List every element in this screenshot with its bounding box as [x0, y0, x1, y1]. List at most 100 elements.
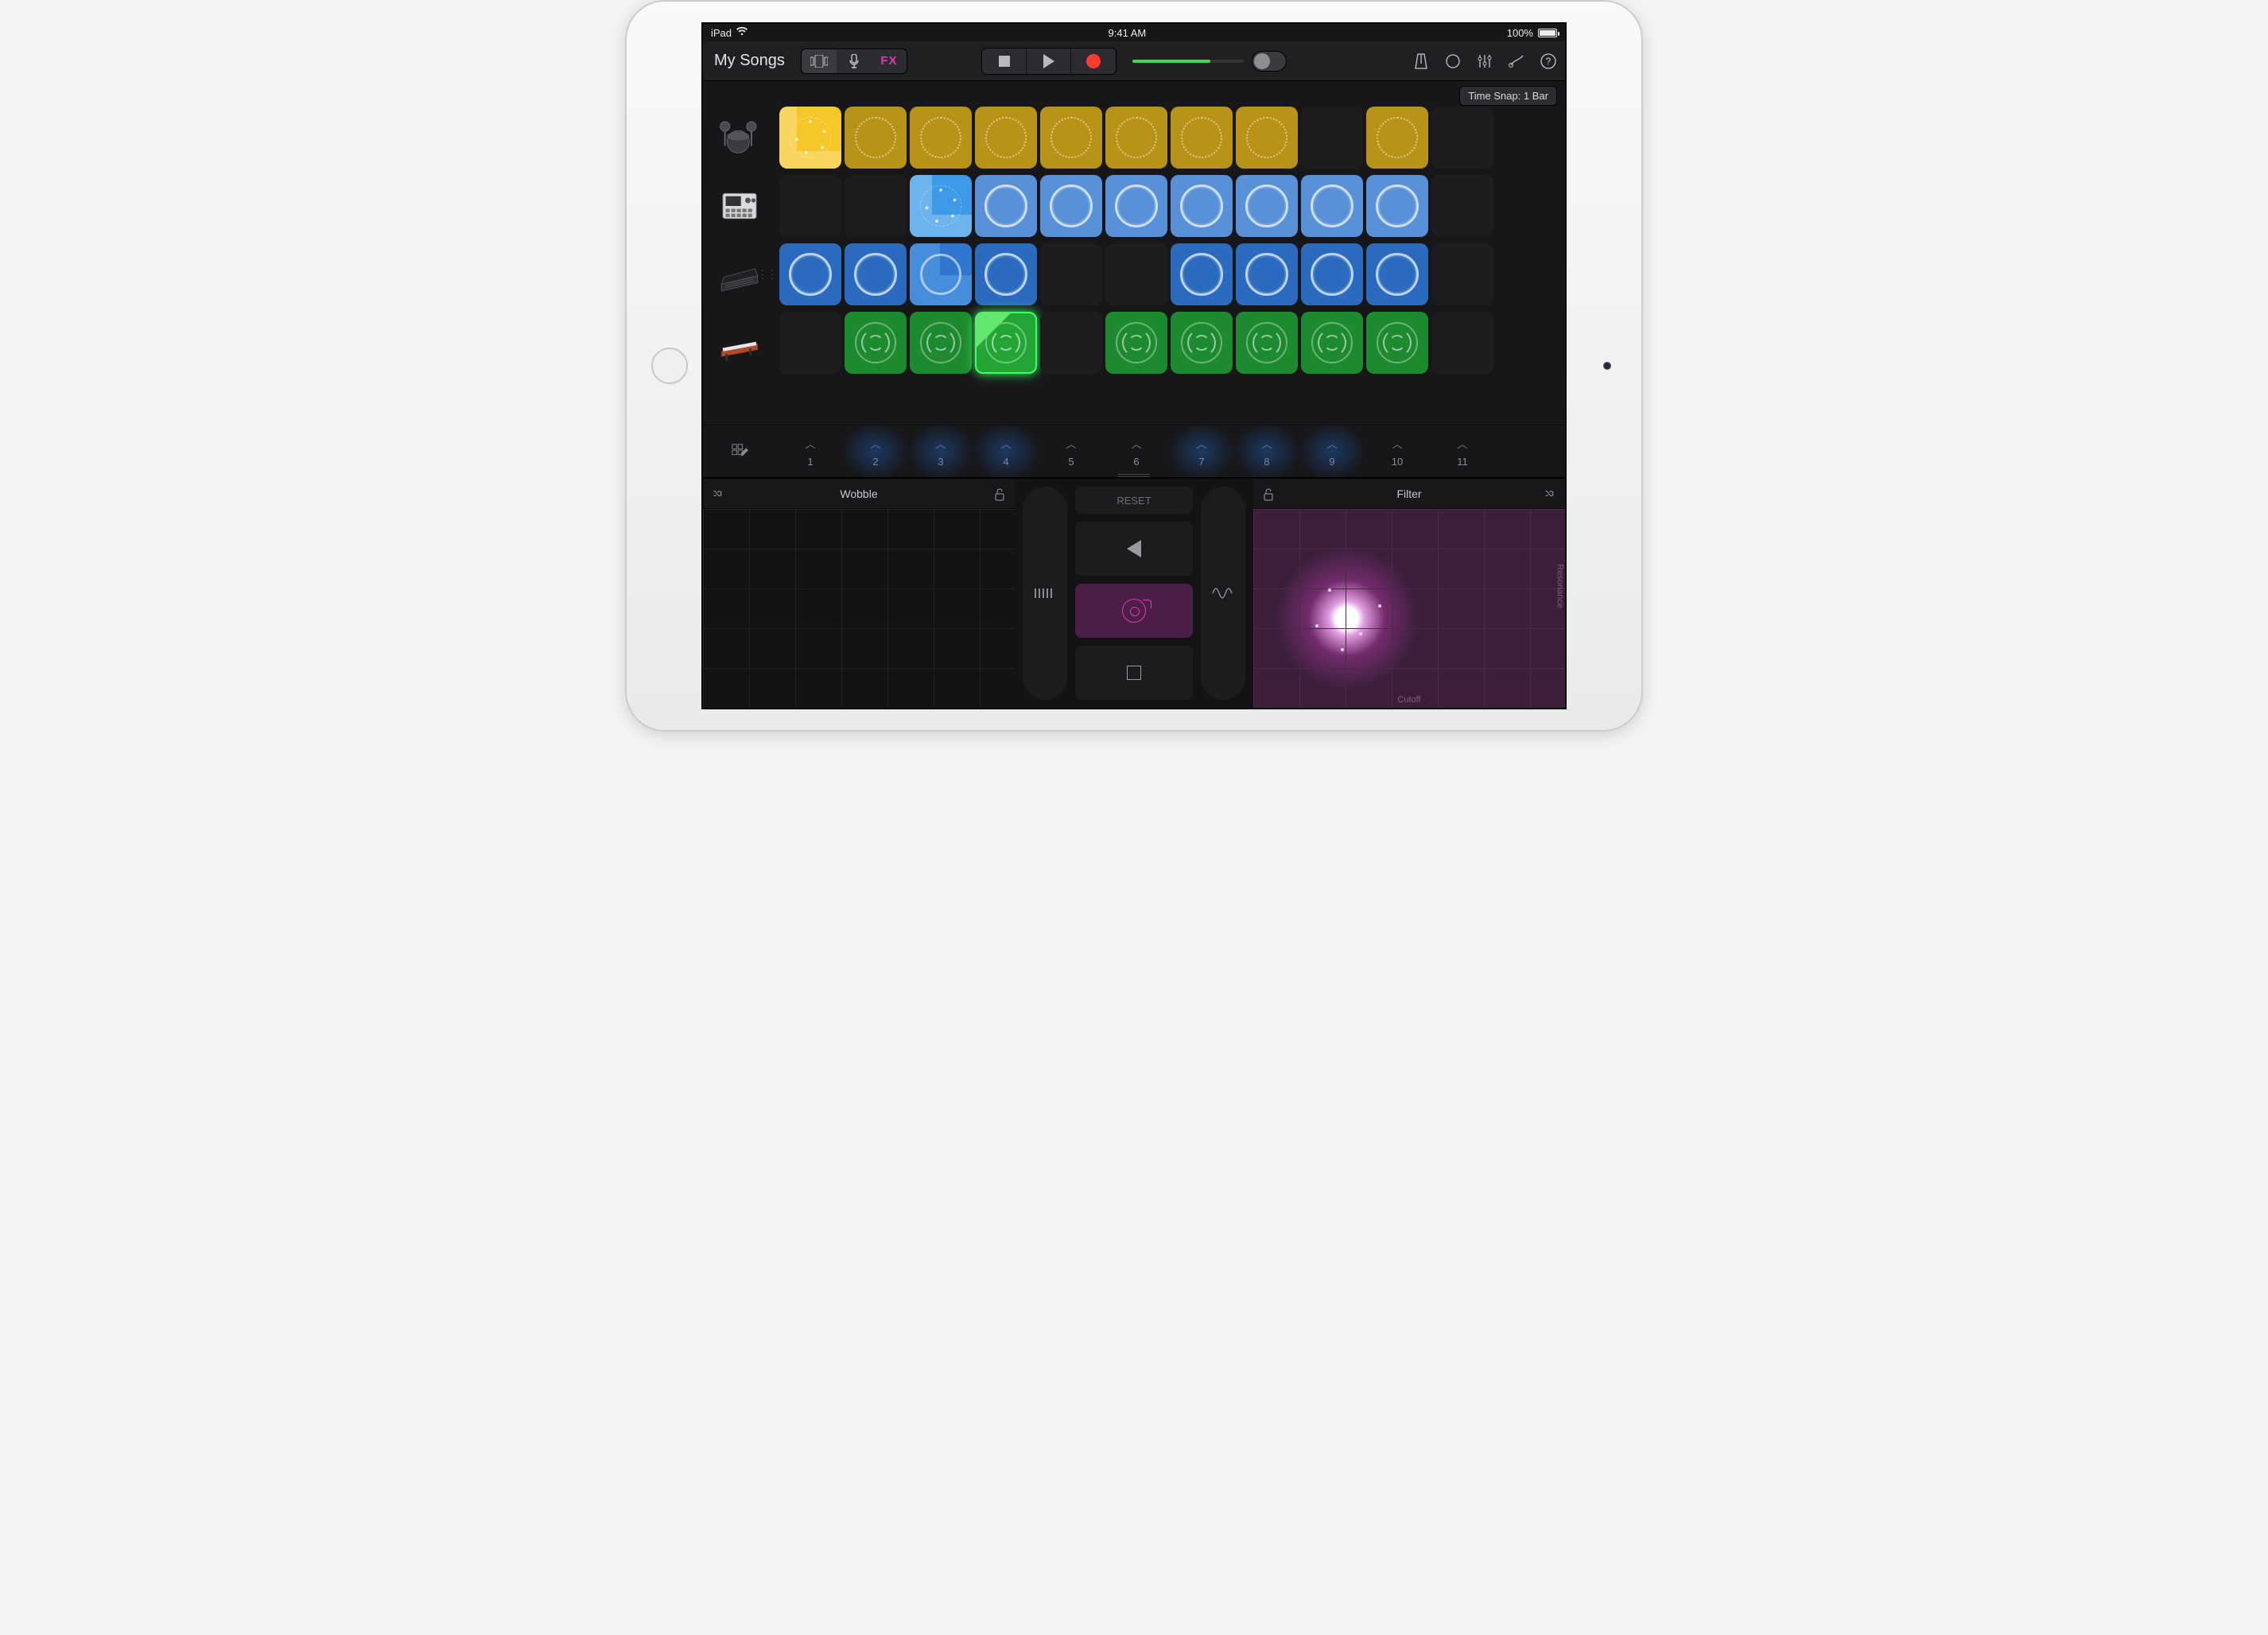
- loop-cell[interactable]: [1301, 243, 1363, 305]
- column-trigger-9[interactable]: ︿9: [1301, 425, 1363, 477]
- fx-reset-button[interactable]: RESET: [1075, 487, 1193, 514]
- column-trigger-5[interactable]: ︿5: [1040, 425, 1102, 477]
- fx-drag-handle[interactable]: [1118, 474, 1150, 477]
- column-trigger-10[interactable]: ︿10: [1366, 425, 1428, 477]
- column-trigger-8[interactable]: ︿8: [1236, 425, 1298, 477]
- track-header-drum-machine[interactable]: [703, 172, 776, 240]
- my-songs-button[interactable]: My Songs: [714, 52, 785, 70]
- loop-cell[interactable]: [975, 175, 1037, 237]
- loop-cell[interactable]: [1366, 107, 1428, 169]
- loop-cell[interactable]: [1105, 175, 1167, 237]
- fx-right-lock-icon[interactable]: [1263, 488, 1274, 499]
- empty-cell[interactable]: [1105, 243, 1167, 305]
- column-trigger-4[interactable]: ︿4: [975, 425, 1037, 477]
- column-trigger-3[interactable]: ︿3: [910, 425, 972, 477]
- loop-cell[interactable]: [1171, 243, 1233, 305]
- mixer-icon[interactable]: [1476, 52, 1493, 70]
- loop-cell[interactable]: [845, 243, 907, 305]
- master-toggle[interactable]: [1252, 51, 1287, 72]
- master-volume-slider[interactable]: [1132, 60, 1244, 63]
- loop-cell[interactable]: [779, 243, 841, 305]
- loop-cell[interactable]: [910, 312, 972, 374]
- loop-cell[interactable]: [1236, 312, 1298, 374]
- record-button[interactable]: [1071, 49, 1116, 74]
- loop-cell[interactable]: [910, 107, 972, 169]
- fx-button[interactable]: FX: [872, 49, 907, 73]
- fx-left-lock-icon[interactable]: [994, 488, 1005, 499]
- fx-reverse-button[interactable]: [1075, 522, 1193, 576]
- fx-wave-strip[interactable]: [1201, 487, 1245, 700]
- loop-cell[interactable]: [1171, 312, 1233, 374]
- loop-cell[interactable]: [1301, 312, 1363, 374]
- column-trigger-6[interactable]: ︿6: [1105, 425, 1167, 477]
- device-label: iPad: [711, 27, 732, 39]
- loop-cell[interactable]: [1366, 243, 1428, 305]
- empty-cell[interactable]: [1431, 243, 1493, 305]
- loop-cell[interactable]: [1105, 107, 1167, 169]
- fx-right-shuffle-icon[interactable]: [1544, 488, 1555, 499]
- loop-cell[interactable]: [1171, 175, 1233, 237]
- mic-button[interactable]: [837, 49, 872, 73]
- loop-icon[interactable]: [1444, 52, 1462, 70]
- metronome-icon[interactable]: [1412, 52, 1430, 70]
- stop-button[interactable]: [982, 49, 1027, 74]
- fx-stop-button[interactable]: [1075, 646, 1193, 700]
- empty-cell[interactable]: [845, 175, 907, 237]
- loop-cell[interactable]: [975, 312, 1037, 374]
- empty-cell[interactable]: [1431, 312, 1493, 374]
- loop-cell[interactable]: [1040, 107, 1102, 169]
- svg-text:?: ?: [1546, 56, 1551, 67]
- loop-cell[interactable]: [1236, 243, 1298, 305]
- toolbar: My Songs FX: [703, 41, 1565, 81]
- status-bar: iPad 9:41 AM 100%: [703, 24, 1565, 41]
- loop-cell[interactable]: [1366, 175, 1428, 237]
- loop-cell[interactable]: [1236, 175, 1298, 237]
- loop-cell[interactable]: [779, 107, 841, 169]
- view-mode-segment: FX: [801, 49, 907, 74]
- loop-cell[interactable]: [975, 107, 1037, 169]
- front-camera: [1603, 362, 1611, 370]
- home-button[interactable]: [651, 348, 688, 384]
- clock: 9:41 AM: [1109, 27, 1147, 39]
- app-screen: iPad 9:41 AM 100% My Songs: [701, 22, 1567, 709]
- loop-grid: ⋮⋮: [703, 81, 1565, 425]
- loop-cell[interactable]: [845, 312, 907, 374]
- loop-cell[interactable]: [1040, 175, 1102, 237]
- empty-cell[interactable]: [1431, 175, 1493, 237]
- track-header-synth[interactable]: [703, 309, 776, 377]
- loop-cell[interactable]: [1236, 107, 1298, 169]
- column-trigger-1[interactable]: ︿1: [779, 425, 841, 477]
- empty-cell[interactable]: [779, 175, 841, 237]
- track-header-drums[interactable]: [703, 103, 776, 172]
- empty-cell[interactable]: [779, 312, 841, 374]
- battery-pct: 100%: [1507, 27, 1533, 39]
- loop-cell[interactable]: [845, 107, 907, 169]
- fx-left-xy-pad[interactable]: [703, 509, 1015, 708]
- track-header-keyboard[interactable]: ⋮⋮: [703, 240, 776, 309]
- play-button[interactable]: [1027, 49, 1071, 74]
- fx-scratch-button[interactable]: [1075, 584, 1193, 638]
- fx-right-xy-pad[interactable]: Resonance Cutoff: [1253, 509, 1565, 708]
- grid-edit-icon[interactable]: [731, 443, 748, 460]
- empty-cell[interactable]: [1431, 107, 1493, 169]
- settings-icon[interactable]: [1508, 52, 1525, 70]
- loop-cell[interactable]: [975, 243, 1037, 305]
- column-trigger-11[interactable]: ︿11: [1431, 425, 1493, 477]
- loop-cell[interactable]: [1366, 312, 1428, 374]
- column-trigger-7[interactable]: ︿7: [1171, 425, 1233, 477]
- loop-cell[interactable]: [910, 243, 972, 305]
- empty-cell[interactable]: [1040, 243, 1102, 305]
- column-trigger-row: ︿1︿2︿3︿4︿5︿6︿7︿8︿9︿10︿11: [703, 425, 1565, 477]
- loop-cell[interactable]: [910, 175, 972, 237]
- fx-left-shuffle-icon[interactable]: [713, 488, 724, 499]
- help-icon[interactable]: ?: [1540, 52, 1557, 70]
- loop-cell[interactable]: [1171, 107, 1233, 169]
- fx-gate-strip[interactable]: [1023, 487, 1067, 700]
- loop-cell[interactable]: [1105, 312, 1167, 374]
- empty-cell[interactable]: [1301, 107, 1363, 169]
- browser-view-button[interactable]: [802, 49, 837, 73]
- column-trigger-2[interactable]: ︿2: [845, 425, 907, 477]
- time-snap-badge[interactable]: Time Snap: 1 Bar: [1459, 86, 1557, 106]
- loop-cell[interactable]: [1301, 175, 1363, 237]
- empty-cell[interactable]: [1040, 312, 1102, 374]
